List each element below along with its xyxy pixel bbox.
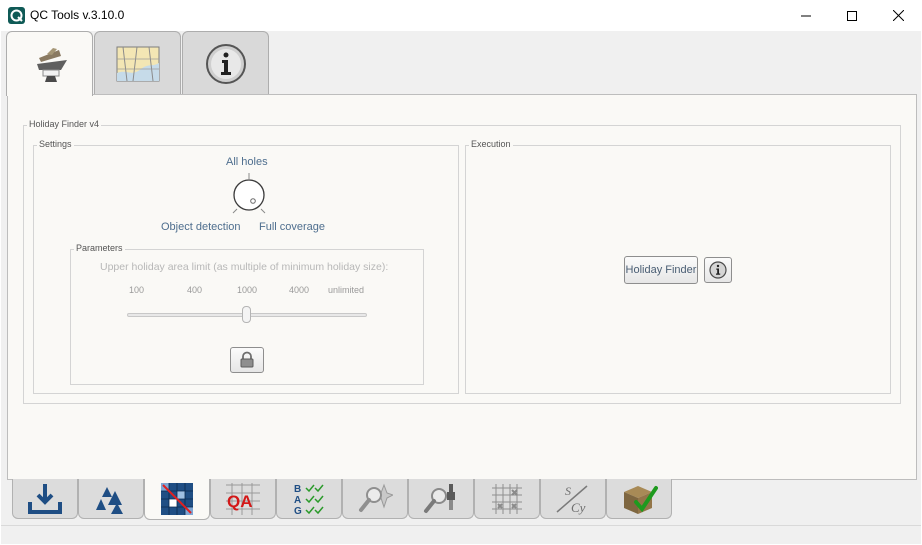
status-strip: [1, 525, 921, 544]
settings-group: Settings All holes Object detection Full…: [33, 139, 459, 394]
close-icon: [892, 10, 904, 21]
tab-grid-check[interactable]: [474, 479, 540, 519]
mode-object-detection-label: Object detection: [161, 221, 241, 233]
lock-button[interactable]: [230, 347, 264, 373]
tab-import[interactable]: [12, 479, 78, 519]
slider-tick-label: 1000: [237, 285, 258, 295]
svg-text:G: G: [294, 506, 302, 516]
svg-text:QA: QA: [227, 492, 253, 511]
magnifier-star-icon: [359, 483, 393, 512]
group-title: Holiday Finder v4: [27, 119, 102, 129]
qctools-logo-icon: [8, 7, 25, 24]
parameters-group: Parameters Upper holiday area limit (as …: [70, 243, 424, 385]
svg-text:A: A: [294, 495, 301, 506]
slider-tick-label: 400: [187, 285, 203, 295]
tab-triangles[interactable]: [78, 479, 144, 519]
tab-holiday-finder[interactable]: [144, 479, 210, 520]
package-check-icon: [624, 485, 658, 514]
title-bar: QC Tools v.3.10.0: [0, 0, 922, 31]
magnifier-tool-icon: [424, 483, 455, 513]
chart-map-icon: [116, 46, 159, 81]
qa-icon: QA: [226, 482, 260, 515]
s-cy-icon: S Cy: [556, 484, 588, 515]
svg-text:S: S: [565, 484, 571, 498]
main-window: Holiday Finder v4 Settings All holes Obj…: [1, 31, 921, 544]
tab-survey[interactable]: [6, 31, 93, 96]
download-icon: [28, 483, 62, 514]
holiday-finder-group: Holiday Finder v4 Settings All holes Obj…: [23, 119, 901, 404]
mode-full-coverage-label: Full coverage: [259, 221, 326, 233]
minimize-button[interactable]: [783, 0, 829, 31]
mode-dial[interactable]: [229, 171, 269, 215]
svg-text:Cy: Cy: [571, 500, 586, 515]
holiday-limit-slider-handle[interactable]: [242, 306, 251, 323]
tab-chart[interactable]: [94, 31, 181, 95]
mode-all-holes-label: All holes: [226, 156, 268, 168]
info-icon: [709, 261, 727, 279]
tab-qa[interactable]: QA: [210, 479, 276, 519]
slider-tick-label: 4000: [289, 285, 310, 295]
grid-cross-icon: [492, 483, 522, 514]
tab-submission[interactable]: [606, 479, 672, 519]
tab-sounding-check[interactable]: S Cy: [540, 479, 606, 519]
triangles-icon: [96, 486, 123, 514]
tab-bag-checks[interactable]: B A G: [276, 479, 342, 519]
window-title: QC Tools v.3.10.0: [30, 8, 125, 22]
minimize-icon: [801, 15, 811, 16]
execution-group: Execution Holiday Finder: [465, 139, 891, 394]
close-button[interactable]: [875, 0, 921, 31]
ship-survey-icon: [36, 48, 67, 82]
tool-panel: Holiday Finder v4 Settings All holes Obj…: [7, 94, 917, 480]
grid-holiday-icon: [161, 483, 193, 515]
parameters-title: Parameters: [74, 243, 125, 253]
padlock-icon: [240, 351, 254, 368]
tab-info[interactable]: [182, 31, 269, 95]
maximize-button[interactable]: [829, 0, 875, 31]
tab-designated-scan[interactable]: [408, 479, 474, 519]
slider-tick-label: unlimited: [328, 285, 365, 295]
holiday-finder-info-button[interactable]: [704, 257, 732, 283]
info-icon: [205, 43, 246, 84]
settings-title: Settings: [37, 139, 74, 149]
limit-label: Upper holiday area limit (as multiple of…: [100, 261, 389, 273]
bag-checklist-icon: B A G: [294, 484, 324, 516]
svg-text:B: B: [294, 484, 301, 495]
slider-tick-label: 100: [129, 285, 145, 295]
maximize-icon: [847, 10, 857, 21]
holiday-finder-button[interactable]: Holiday Finder: [624, 256, 698, 284]
tab-feature-scan[interactable]: [342, 479, 408, 519]
execution-title: Execution: [469, 139, 513, 149]
